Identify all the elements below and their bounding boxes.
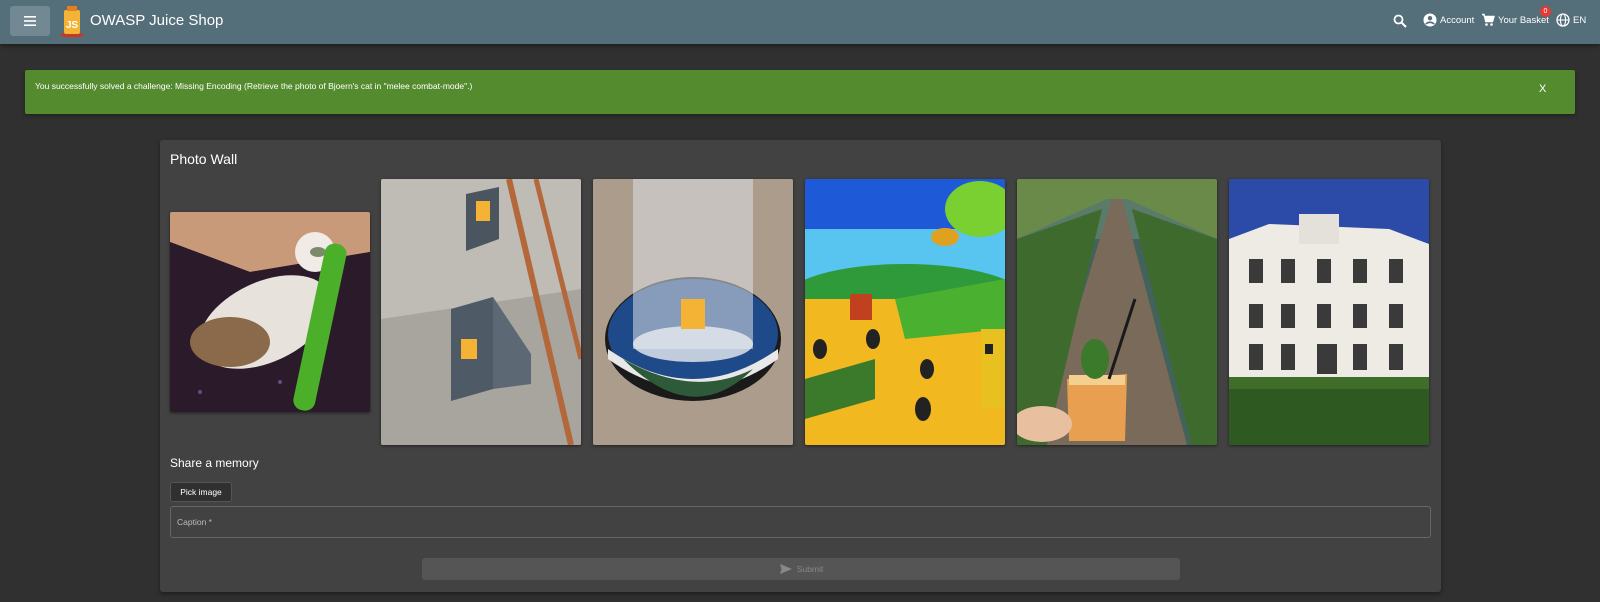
cat-photo-image [170,212,370,412]
account-button[interactable]: Account [1423,13,1474,27]
photo-white-building[interactable] [1229,179,1429,445]
challenge-solved-snackbar: You successfully solved a challenge: Mis… [25,70,1575,114]
photo-glass-coaster[interactable] [593,179,793,445]
stickers-wall-photo-image [381,179,581,445]
language-label: EN [1573,14,1587,26]
photo-forest-path[interactable] [1017,179,1217,445]
caption-field[interactable]: Caption * [170,506,1431,538]
share-memory-title: Share a memory [170,456,259,470]
account-circle-icon [1423,13,1437,27]
photo-wall-card: Photo Wall Share a memory Pick image Cap… [160,140,1441,592]
basket-button[interactable]: Your Basket [1481,13,1549,27]
menu-icon [24,16,36,26]
photo-stickers-wall[interactable] [381,179,581,445]
bees-cartoon-photo-image [805,179,1005,445]
shopping-cart-icon [1482,13,1495,26]
submit-button[interactable]: Submit [422,558,1180,580]
globe-icon [1556,13,1570,27]
basket-count-badge: 0 [1540,6,1551,17]
send-icon [779,564,792,574]
glass-coaster-photo-image [593,179,793,445]
pick-image-button[interactable]: Pick image [170,482,232,502]
snackbar-message: You successfully solved a challenge: Mis… [35,81,473,91]
forest-path-photo-image [1017,179,1217,445]
snackbar-close-button[interactable]: X [1539,83,1546,95]
language-button[interactable]: EN [1556,13,1586,27]
photo-bees-cartoon[interactable] [805,179,1005,445]
photo-cat[interactable] [170,212,370,412]
juice-shop-logo[interactable]: JS [58,4,86,38]
svg-text:JS: JS [66,20,79,31]
caption-placeholder: Caption * [177,517,212,527]
app-title[interactable]: OWASP Juice Shop [90,12,223,29]
white-building-photo-image [1229,179,1429,445]
submit-label: Submit [796,564,824,574]
menu-button[interactable] [10,6,50,36]
search-icon[interactable] [1393,14,1407,28]
top-toolbar: JS OWASP Juice Shop Account Your Basket … [0,0,1600,44]
basket-label: Your Basket [1498,14,1549,26]
account-label: Account [1440,14,1475,26]
photo-wall-title: Photo Wall [170,151,238,167]
